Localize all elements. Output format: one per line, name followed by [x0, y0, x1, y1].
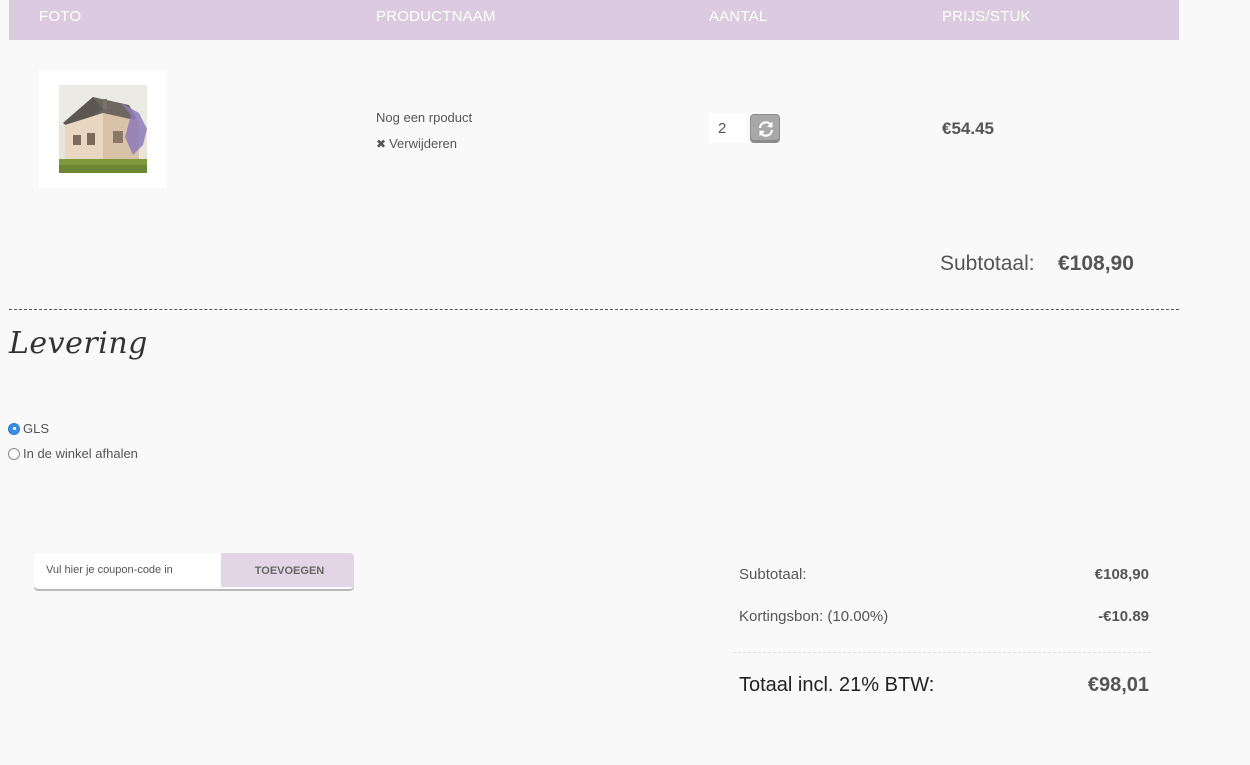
update-quantity-button[interactable]: [750, 114, 780, 143]
add-coupon-button[interactable]: TOEVOEGEN: [221, 553, 354, 587]
totals-subtotal-label: Subtotaal:: [739, 566, 807, 583]
header-quantity: AANTAL: [709, 8, 768, 25]
delivery-option-label: GLS: [23, 421, 50, 436]
unit-price: €54.45: [942, 119, 994, 138]
coupon-form: TOEVOEGEN: [34, 553, 354, 589]
product-photo: [59, 85, 147, 173]
header-photo: FOTO: [39, 8, 82, 25]
radio-unselected[interactable]: [8, 447, 20, 460]
cart-table-header: FOTO PRODUCTNAAM AANTAL PRIJS/STUK: [9, 0, 1179, 40]
delivery-option-pickup[interactable]: In de winkel afhalen: [8, 446, 138, 461]
remove-label: Verwijderen: [389, 136, 457, 151]
delivery-option-gls[interactable]: GLS: [8, 421, 49, 436]
discount-value: -€10.89: [1098, 608, 1149, 625]
close-icon: ✖: [376, 137, 387, 151]
totals-divider: [733, 652, 1151, 653]
remove-item-link[interactable]: ✖ Verwijderen: [376, 136, 457, 151]
grand-total-label: Totaal incl. 21% BTW:: [739, 674, 935, 696]
delivery-option-label: In de winkel afhalen: [23, 446, 138, 461]
grand-total-value: €98,01: [1087, 674, 1149, 696]
product-name[interactable]: Nog een rpoduct: [376, 110, 472, 125]
quantity-input[interactable]: [709, 113, 747, 143]
refresh-icon: [758, 121, 774, 137]
totals-subtotal-value: €108,90: [1094, 566, 1149, 583]
section-divider: [9, 309, 1179, 310]
discount-label: Kortingsbon: (10.00%): [739, 608, 889, 625]
radio-selected[interactable]: [8, 422, 20, 435]
cart-subtotal-value: €108,90: [1058, 252, 1134, 275]
coupon-code-input[interactable]: [34, 553, 221, 587]
delivery-title: Levering: [9, 326, 148, 361]
header-product-name: PRODUCTNAAM: [376, 8, 496, 25]
header-unit-price: PRIJS/STUK: [942, 8, 1031, 25]
cart-subtotal-label: Subtotaal:: [940, 252, 1035, 275]
product-photo-frame: [39, 70, 167, 188]
